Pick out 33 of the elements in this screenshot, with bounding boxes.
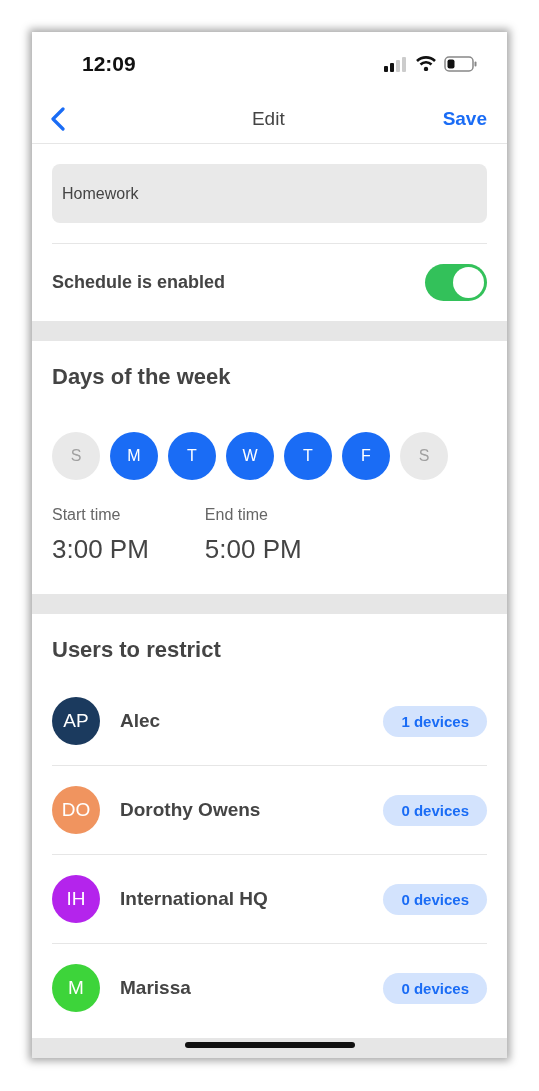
devices-badge[interactable]: 0 devices (383, 794, 487, 826)
save-button[interactable]: Save (442, 108, 487, 130)
day-toggle[interactable]: M (110, 432, 158, 480)
user-avatar: M (52, 964, 100, 1012)
time-value[interactable]: 3:00 PM (52, 534, 149, 565)
user-name: International HQ (120, 888, 269, 910)
day-toggle[interactable]: F (342, 432, 390, 480)
section-title: Users to restrict (52, 636, 222, 663)
time-label: Start time (52, 506, 122, 524)
devices-badge[interactable]: 0 devices (383, 883, 487, 915)
back-icon[interactable] (50, 107, 66, 131)
day-toggle[interactable]: T (168, 432, 216, 480)
battery-icon (444, 55, 477, 72)
time-value[interactable]: 5:00 PM (204, 534, 302, 565)
time-label: End time (204, 506, 269, 524)
devices-badge[interactable]: 0 devices (383, 972, 487, 1004)
toggle-label: Schedule is enabled (52, 272, 226, 293)
section-title: Days of the week (52, 363, 232, 390)
devices-badge[interactable]: 1 devices (383, 705, 487, 737)
user-name: Alec (120, 710, 162, 732)
user-name: Marissa (120, 977, 192, 999)
signal-icon (384, 55, 408, 72)
day-toggle[interactable]: W (226, 432, 274, 480)
screen-title: Edit (251, 108, 285, 130)
day-toggle[interactable]: T (284, 432, 332, 480)
user-avatar: DO (52, 786, 100, 834)
status-time: 12:09 (82, 51, 136, 76)
user-avatar: AP (52, 697, 100, 745)
user-name: Dorothy Owens (120, 799, 262, 821)
user-avatar: IH (52, 875, 100, 923)
wifi-icon (416, 56, 436, 71)
name-field[interactable]: Homework (52, 164, 487, 223)
schedule-toggle[interactable] (425, 264, 487, 301)
